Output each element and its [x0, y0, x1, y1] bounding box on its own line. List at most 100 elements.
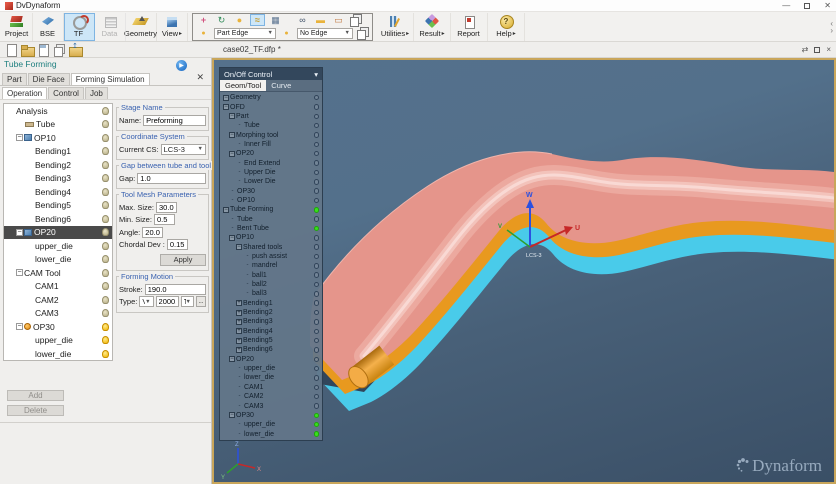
onoff-item[interactable]: lower_die	[220, 373, 322, 382]
onoff-item[interactable]: Bending6	[220, 345, 322, 354]
tree-expander-icon[interactable]	[244, 290, 251, 297]
onoff-item[interactable]: OFD	[220, 102, 322, 111]
onoff-item[interactable]: Lower Die	[220, 177, 322, 186]
motion-type-select[interactable]: Velocity▼	[139, 296, 153, 307]
onoff-item[interactable]: mandrel	[220, 261, 322, 270]
stroke-input[interactable]	[145, 284, 206, 295]
onoff-item[interactable]: Tube	[220, 214, 322, 223]
onoff-item[interactable]: Bending1	[220, 299, 322, 308]
onoff-state-indicator[interactable]	[314, 422, 320, 428]
onoff-item[interactable]: Tube Forming	[220, 205, 322, 214]
onoff-state-indicator[interactable]	[314, 198, 320, 204]
onoff-item[interactable]: OP20	[220, 355, 322, 364]
visibility-bulb-icon[interactable]	[102, 120, 109, 128]
label-photo-icon[interactable]: ▭	[331, 14, 346, 26]
run-button[interactable]: ▶	[176, 60, 187, 71]
tree-expander-icon[interactable]	[229, 225, 236, 232]
onoff-state-indicator[interactable]	[314, 403, 320, 409]
tree-expander-icon[interactable]	[223, 104, 229, 110]
tree-expander-icon[interactable]	[244, 253, 251, 260]
tree-item[interactable]: Bending4	[4, 185, 112, 199]
document-tab[interactable]: case02_TF.dfp *	[223, 45, 281, 54]
glasses-icon[interactable]: ∞	[295, 14, 310, 26]
visibility-bulb-icon[interactable]	[102, 309, 109, 317]
copy-button-icon[interactable]	[356, 27, 369, 39]
panel-subtab[interactable]: Control	[48, 87, 84, 99]
tree-expander-icon[interactable]	[229, 235, 235, 241]
onoff-item[interactable]: Bending5	[220, 336, 322, 345]
tree-expander-icon[interactable]	[236, 431, 243, 438]
onoff-item[interactable]: ball1	[220, 271, 322, 280]
tree-expander-icon[interactable]	[236, 374, 243, 381]
tree-expander-icon[interactable]	[236, 244, 242, 250]
profile-select[interactable]: Trapezoid▼	[181, 296, 194, 307]
tree-item[interactable]: lower_die	[4, 347, 112, 361]
onoff-state-indicator[interactable]	[314, 431, 320, 437]
tree-item[interactable]: CAM3	[4, 307, 112, 321]
tree-item[interactable]: Bending3	[4, 172, 112, 186]
tree-expander-icon[interactable]	[229, 151, 235, 157]
more-options-button[interactable]: ...	[196, 296, 206, 307]
tree-expander-icon[interactable]	[236, 328, 242, 334]
panel-tab[interactable]: Part	[2, 73, 27, 85]
toolbar-button[interactable]: Utilities▸	[377, 13, 414, 41]
onoff-state-indicator[interactable]	[314, 95, 320, 101]
onoff-state-indicator[interactable]	[314, 300, 320, 306]
onoff-item[interactable]: CAM3	[220, 401, 322, 410]
onoff-state-indicator[interactable]	[314, 244, 320, 250]
tree-expander-icon[interactable]	[236, 319, 242, 325]
sphere-ring-icon[interactable]: ●	[279, 27, 294, 39]
panel-tab[interactable]: Forming Simulation	[71, 73, 150, 85]
onoff-item[interactable]: Inner Fill	[220, 140, 322, 149]
tree-item[interactable]: OP20	[4, 226, 112, 240]
tree-expander-icon[interactable]	[236, 347, 242, 353]
onoff-state-indicator[interactable]	[314, 114, 320, 120]
sphere-icon[interactable]: ●	[232, 14, 247, 26]
tree-expander-icon[interactable]	[229, 113, 235, 119]
velocity-input[interactable]	[156, 296, 179, 307]
point-axis-icon[interactable]: +	[196, 14, 211, 26]
cycle-arrows-icon[interactable]: ↻	[214, 14, 229, 26]
tree-expander-icon[interactable]	[236, 160, 243, 167]
visibility-bulb-icon[interactable]	[102, 107, 109, 115]
tree-item[interactable]: OP30	[4, 320, 112, 334]
tree-item[interactable]: CAM Tool	[4, 266, 112, 280]
tree-item[interactable]: Analysis	[4, 104, 112, 118]
onoff-item[interactable]: Bending3	[220, 317, 322, 326]
onoff-item[interactable]: OP10	[220, 196, 322, 205]
part-edge-select[interactable]: Part Edge▼	[214, 28, 276, 39]
visibility-bulb-icon[interactable]	[102, 269, 109, 277]
visibility-bulb-icon[interactable]	[102, 161, 109, 169]
tree-expander-icon[interactable]	[236, 141, 243, 148]
tree-expander-icon[interactable]	[236, 403, 243, 410]
toolbar-button[interactable]: Project	[2, 13, 33, 41]
onoff-state-indicator[interactable]	[314, 104, 320, 110]
visibility-bulb-icon[interactable]	[102, 228, 109, 236]
stage-name-input[interactable]	[143, 115, 206, 126]
chordal-dev-input[interactable]	[167, 239, 188, 250]
visibility-bulb-icon[interactable]	[102, 134, 109, 142]
tree-item[interactable]: upper_die	[4, 239, 112, 253]
onoff-item[interactable]: Tube	[220, 121, 322, 130]
surface-highlight-icon[interactable]: ≈	[250, 14, 265, 26]
maximize-button[interactable]	[804, 3, 810, 9]
tree-expander-icon[interactable]	[236, 393, 243, 400]
onoff-item[interactable]: ball2	[220, 280, 322, 289]
onoff-state-indicator[interactable]	[314, 291, 320, 297]
viewport-3d[interactable]: W U V LCS-3 Z X Y On/Off Control	[212, 58, 836, 484]
onoff-item[interactable]: OP30	[220, 186, 322, 195]
tree-expander-icon[interactable]	[223, 95, 229, 101]
visibility-bulb-icon[interactable]	[102, 336, 109, 344]
onoff-item[interactable]: Upper Die	[220, 168, 322, 177]
onoff-state-indicator[interactable]	[314, 338, 320, 344]
onoff-state-indicator[interactable]	[314, 123, 320, 129]
new-file-icon[interactable]	[5, 44, 17, 55]
gap-input[interactable]	[137, 173, 206, 184]
tree-expander-icon[interactable]	[244, 262, 251, 269]
onoff-item[interactable]: Bending2	[220, 308, 322, 317]
tree-expander-icon[interactable]	[16, 229, 23, 236]
onoff-item[interactable]: push assist	[220, 252, 322, 261]
onoff-tab[interactable]: Curve	[266, 80, 296, 91]
close-button[interactable]: ✕	[824, 1, 831, 10]
mesh-panel-icon[interactable]: ▦	[268, 14, 283, 26]
